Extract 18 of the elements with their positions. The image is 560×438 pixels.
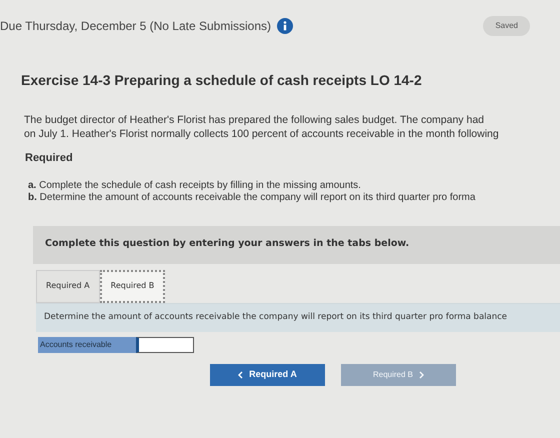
requirement-text: a. Complete the schedule of cash receipts by filling in the missing amounts. xyxy=(28,180,362,192)
intro-text: on July 1. Heather's Florist normally collects 100 percent of accounts receivable in the month following xyxy=(24,127,500,141)
chevron-right-icon xyxy=(419,370,424,378)
chevron-left-icon xyxy=(238,370,244,378)
tab[interactable]: Required A xyxy=(36,270,100,302)
required-heading: Required xyxy=(25,151,74,166)
tab[interactable]: Required B xyxy=(100,270,166,302)
instruction-text: Complete this question by entering your answers in the tabs below. xyxy=(45,237,410,252)
field-label: Accounts receivable xyxy=(38,336,136,352)
accounts-receivable-input[interactable] xyxy=(136,336,194,352)
saved-status: Saved xyxy=(483,16,530,36)
requirement-text: b. Determine the amount of accounts receivable the company will report on its third quarter pro forma xyxy=(28,192,476,204)
task-text: Determine the amount of accounts receivable the company will report on its third quarter pro forma balance xyxy=(44,311,508,324)
nav-button[interactable]: Required A xyxy=(210,364,325,386)
due-date: Due Thursday, December 5 (No Late Submissions) xyxy=(0,18,272,35)
info-icon[interactable] xyxy=(277,18,294,34)
exercise-title: Exercise 14-3 Preparing a schedule of cash receipts LO 14-2 xyxy=(21,71,423,90)
intro-text: The budget director of Heather's Florist has prepared the following sales budget. The company had xyxy=(24,113,485,127)
